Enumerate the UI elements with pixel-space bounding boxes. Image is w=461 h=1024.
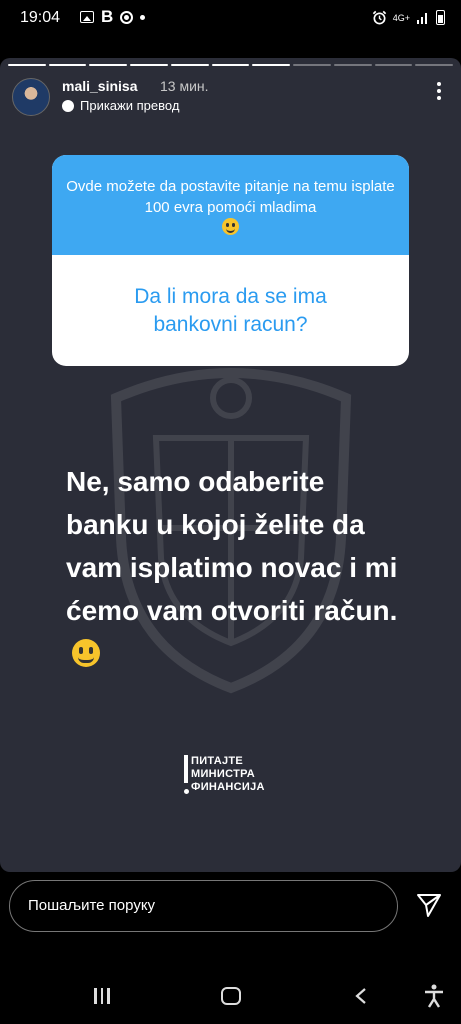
battery-icon — [436, 10, 445, 25]
back-icon[interactable] — [354, 988, 368, 1004]
notification-icons: B — [80, 7, 146, 26]
story-viewer[interactable]: mali_sinisa 13 мин. Прикажи превод Ovde … — [0, 58, 461, 872]
question-prompt-area: Ovde možete da postavite pitanje na temu… — [52, 155, 409, 255]
reply-bar: Пошаљите поруку — [0, 872, 461, 942]
question-sticker[interactable]: Ovde možete da postavite pitanje na temu… — [52, 155, 409, 366]
gallery-icon — [80, 11, 94, 23]
recents-icon[interactable] — [94, 988, 110, 1004]
question-text: Da li mora da se ima bankovni racun? — [134, 284, 327, 336]
avatar[interactable] — [12, 78, 50, 116]
story-header: mali_sinisa 13 мин. Прикажи превод — [12, 76, 449, 116]
alarm-icon — [372, 10, 386, 25]
accessibility-icon[interactable] — [423, 984, 445, 1008]
status-time: 19:04 — [20, 9, 61, 26]
answer-text-block: Ne, samo odaberite banku u kojoj želite … — [66, 460, 406, 675]
smiley-emoji — [222, 217, 239, 235]
time-ago: 13 мин. — [160, 78, 209, 94]
progress-segment — [89, 64, 128, 66]
progress-segment — [48, 64, 87, 66]
status-bar: 19:04 B 4G+ — [0, 0, 461, 38]
network-type: 4G+ — [392, 12, 410, 23]
logo-line: ФИНАНСИЈА — [191, 781, 265, 793]
logo-mark — [184, 755, 189, 794]
b-icon: B — [101, 7, 114, 26]
smiley-emoji — [72, 639, 100, 667]
show-translation-label: Прикажи превод — [80, 98, 180, 113]
more-options-icon[interactable] — [437, 82, 441, 100]
progress-segment — [130, 64, 168, 66]
signal-icon — [417, 12, 427, 24]
chrome-icon — [120, 10, 134, 24]
logo-line: ПИТАЈТЕ — [191, 755, 244, 767]
progress-segment — [8, 64, 46, 66]
progress-segment — [293, 64, 331, 66]
question-prompt: Ovde možete da postavite pitanje na temu… — [66, 177, 395, 216]
answer-text: Ne, samo odaberite banku u kojoj želite … — [66, 466, 398, 626]
pitajte-ministra-logo: ПИТАЈТЕ МИНИСТРА ФИНАНСИЈА — [184, 755, 265, 794]
progress-segment — [252, 64, 291, 66]
system-icons: 4G+ — [372, 10, 445, 25]
story-progress — [8, 64, 454, 66]
progress-segment — [415, 64, 454, 66]
system-navigation-bar — [0, 968, 461, 1024]
show-translation-button[interactable]: Прикажи превод — [62, 98, 179, 113]
username[interactable]: mali_sinisa — [62, 78, 138, 94]
message-input[interactable]: Пошаљите поруку — [9, 880, 398, 932]
home-icon[interactable] — [221, 987, 241, 1005]
dot-icon — [140, 14, 146, 20]
progress-segment — [374, 64, 413, 66]
progress-segment — [333, 64, 372, 66]
translate-icon — [62, 99, 74, 112]
logo-line: МИНИСТРА — [191, 768, 256, 780]
progress-segment — [211, 64, 250, 66]
send-icon[interactable] — [416, 892, 442, 918]
progress-segment — [170, 64, 209, 66]
